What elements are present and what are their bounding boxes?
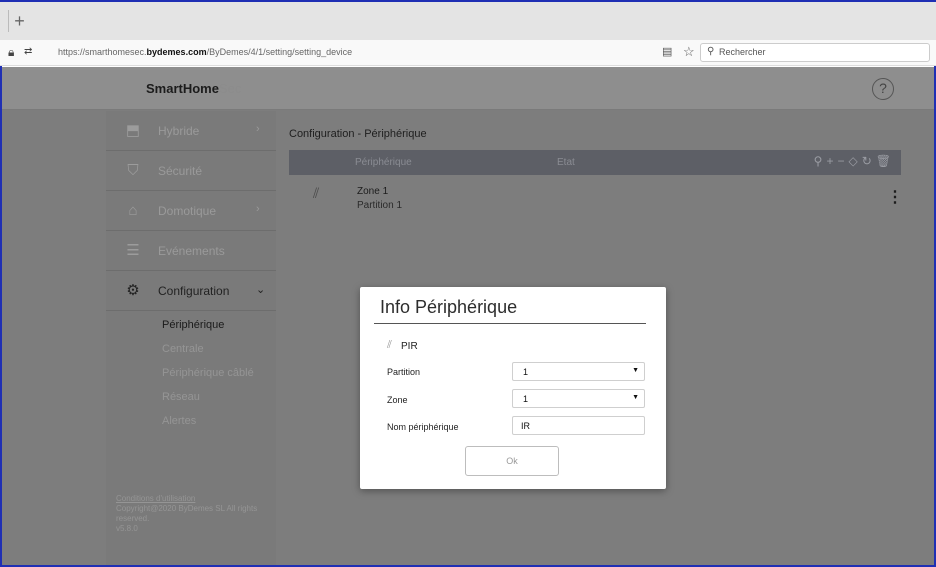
app-header: SmartHomeSec ? (2, 67, 934, 110)
device-name-field[interactable] (512, 416, 645, 435)
dialog-title: Info Périphérique (380, 297, 518, 317)
hybrid-icon: ⬒ (125, 122, 141, 139)
breadcrumb: Configuration - Périphérique (289, 128, 427, 140)
browser-url-bar[interactable]: 🔒︎ ⇄ https://smarthomesec.bydemes.com/By… (0, 40, 936, 66)
add-icon[interactable]: + (826, 154, 837, 168)
partition-select[interactable]: 1 ▼ (512, 362, 645, 381)
sidebar-subitem-centrale[interactable]: Centrale (162, 343, 204, 355)
copyright-text: Copyright@2020 ByDemes SL All rights res… (116, 504, 258, 523)
sidebar-subitem-alertes[interactable]: Alertes (162, 415, 196, 427)
table-header: Périphérique Etat ⚲+−◇↻🗑︎ (289, 150, 901, 175)
column-header-etat: Etat (557, 157, 575, 168)
version-text: v5.8.0 (116, 524, 138, 533)
refresh-icon[interactable]: ↻ (862, 154, 876, 168)
lock-icon: 🔒︎ (8, 45, 15, 59)
zone-label: Zone (387, 395, 408, 405)
search-icon[interactable]: ⚲ (814, 154, 827, 168)
browser-search-field[interactable]: ⚲ Rechercher (700, 43, 930, 62)
row-zone: Zone 1 (357, 186, 389, 197)
list-icon: ☰ (126, 242, 140, 259)
eye-icon[interactable]: ◇ (848, 154, 861, 168)
table-toolbar: ⚲+−◇↻🗑︎ (814, 154, 895, 168)
partition-label: Partition (387, 367, 421, 377)
pir-sensor-icon: ⫽ (387, 339, 392, 351)
sidebar-item-evenements[interactable]: ☰ Evénements (106, 231, 276, 271)
app-logo[interactable]: SmartHomeSec (146, 81, 241, 96)
sidebar-item-configuration[interactable]: ⚙ Configuration ⌄ (106, 271, 276, 311)
row-partition: Partition 1 (357, 200, 403, 211)
search-icon: ⚲ (707, 46, 715, 57)
more-options-icon[interactable]: ⋮ (887, 187, 903, 207)
sidebar-subitem-peripherique-cable[interactable]: Périphérique câblé (162, 367, 254, 379)
sidebar: ⬒ Hybride › ⛉ Sécurité ⌂ Domotique › ☰ E… (106, 111, 276, 567)
trash-icon[interactable]: 🗑︎ (876, 154, 895, 168)
reader-view-icon[interactable]: ▤ (662, 45, 672, 58)
browser-tab-bar: + (0, 0, 936, 40)
table-row[interactable]: ⫽ Zone 1 Partition 1 ⋮ (289, 175, 903, 225)
permissions-icon[interactable]: ⇄ (24, 46, 32, 57)
sidebar-item-label: Evénements (158, 244, 225, 258)
partition-value: 1 (523, 367, 529, 377)
device-name-label: Nom périphérique (387, 422, 459, 432)
ok-button[interactable]: Ok (465, 446, 559, 476)
conditions-link[interactable]: Conditions d'utilisation (116, 494, 266, 504)
zone-select[interactable]: 1 ▼ (512, 389, 645, 408)
column-header-peripherique: Périphérique (355, 157, 412, 168)
chevron-down-icon: ▼ (632, 394, 639, 401)
sidebar-item-hybride[interactable]: ⬒ Hybride › (106, 111, 276, 151)
chevron-right-icon: › (256, 123, 260, 135)
bookmark-star-icon[interactable]: ☆ (683, 44, 695, 60)
device-info-dialog: Info Périphérique ⫽ PIR Partition 1 ▼ Zo… (360, 287, 666, 489)
sidebar-item-label: Domotique (158, 204, 217, 218)
sidebar-item-label: Sécurité (158, 164, 203, 178)
home-icon: ⌂ (128, 202, 138, 219)
chevron-right-icon: › (256, 203, 260, 215)
chevron-down-icon: ▼ (632, 367, 639, 374)
device-type-label: PIR (401, 341, 418, 352)
url-text[interactable]: https://smarthomesec.bydemes.com/ByDemes… (58, 47, 352, 57)
sidebar-subitem-peripherique[interactable]: Périphérique (162, 319, 224, 331)
remove-icon[interactable]: − (837, 154, 848, 168)
sidebar-item-label: Configuration (158, 284, 230, 298)
gear-icon: ⚙ (126, 282, 140, 299)
pir-sensor-icon: ⫽ (313, 185, 320, 201)
sidebar-item-label: Hybride (158, 124, 200, 138)
help-button[interactable]: ? (872, 78, 894, 100)
zone-value: 1 (523, 394, 529, 404)
sidebar-item-domotique[interactable]: ⌂ Domotique › (106, 191, 276, 231)
dialog-divider (374, 323, 646, 324)
sidebar-subitem-reseau[interactable]: Réseau (162, 391, 200, 403)
new-tab-button[interactable]: + (8, 10, 30, 32)
search-placeholder: Rechercher (719, 47, 766, 57)
sidebar-item-securite[interactable]: ⛉ Sécurité (106, 151, 276, 191)
sidebar-footer: Conditions d'utilisation Copyright@2020 … (116, 494, 266, 534)
shield-icon: ⛉ (127, 162, 139, 179)
chevron-down-icon: ⌄ (256, 284, 266, 296)
